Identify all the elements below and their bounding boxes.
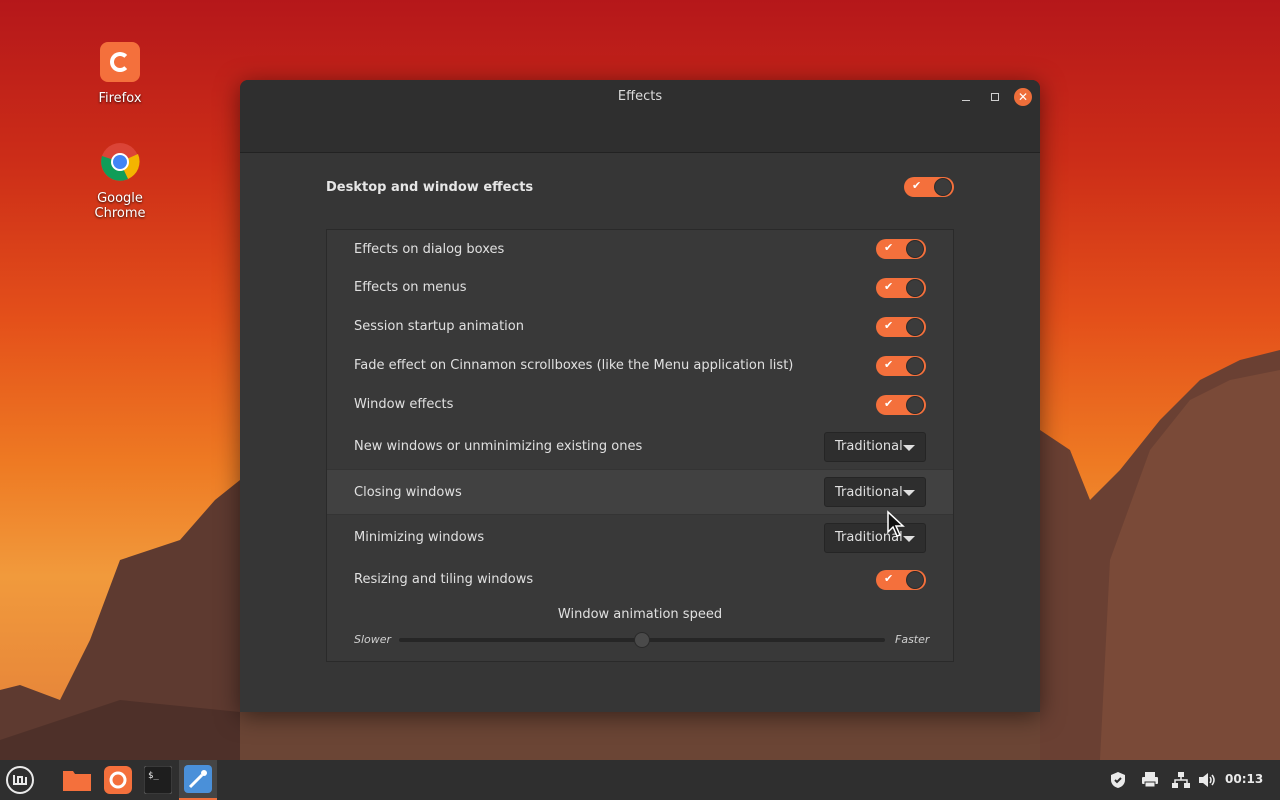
toggle-knob xyxy=(906,240,924,258)
combo-value: Traditional xyxy=(835,439,903,454)
fade-scrollboxes-toggle[interactable]: ✔ xyxy=(876,355,926,376)
row-label: Fade effect on Cinnamon scrollboxes (lik… xyxy=(354,358,794,373)
row-resizing-tiling: Resizing and tiling windows ✔ xyxy=(327,560,953,599)
desktop-icon-label: Google Chrome xyxy=(94,191,146,221)
toggle-knob xyxy=(934,178,952,196)
svg-text:$_: $_ xyxy=(148,771,159,781)
check-icon: ✔ xyxy=(884,396,894,410)
row-label: Resizing and tiling windows xyxy=(354,572,534,587)
mouse-cursor-icon xyxy=(887,510,905,537)
clock[interactable]: 00:13 xyxy=(1225,772,1263,786)
menu-button[interactable] xyxy=(4,764,36,796)
menu-icon xyxy=(6,766,34,794)
resizing-tiling-toggle[interactable]: ✔ xyxy=(876,569,926,590)
check-icon: ✔ xyxy=(884,571,894,585)
row-menu-effects: Effects on menus ✔ xyxy=(327,268,953,307)
firefox-launcher[interactable] xyxy=(102,764,134,796)
new-windows-combo[interactable]: Traditional xyxy=(824,431,926,462)
dialog-effects-toggle[interactable]: ✔ xyxy=(876,239,926,259)
chrome-icon xyxy=(100,142,140,182)
terminal-launcher[interactable]: $_ xyxy=(142,764,174,796)
close-icon: ✕ xyxy=(1017,90,1029,104)
faster-label: Faster xyxy=(895,633,930,646)
toggle-knob xyxy=(906,278,924,297)
titlebar[interactable]: Effects ✕ xyxy=(240,80,1040,153)
check-icon: ✔ xyxy=(884,318,894,332)
row-label: New windows or unminimizing existing one… xyxy=(354,439,643,454)
dropdown-arrow-icon xyxy=(903,444,915,451)
effects-window: Effects ✕ Desktop and window effects ✔ E… xyxy=(240,80,1040,712)
row-label: Effects on dialog boxes xyxy=(354,241,505,257)
maximize-button[interactable] xyxy=(986,88,1004,106)
menu-effects-toggle[interactable]: ✔ xyxy=(876,277,926,298)
desktop-icon-chrome[interactable]: Google Chrome xyxy=(72,142,168,221)
main-effects-row: Desktop and window effects ✔ xyxy=(326,174,954,200)
check-icon: ✔ xyxy=(912,179,922,192)
row-label: Minimizing windows xyxy=(354,530,485,545)
main-effects-label: Desktop and window effects xyxy=(326,179,534,195)
taskbar: $_ 00:13 xyxy=(0,760,1280,800)
minimizing-windows-combo[interactable]: Traditional xyxy=(824,522,926,553)
check-icon: ✔ xyxy=(884,279,894,293)
minimize-icon xyxy=(962,99,970,101)
closing-windows-combo[interactable]: Traditional xyxy=(824,477,926,507)
row-closing-windows: Closing windows Traditional xyxy=(327,469,953,515)
toggle-knob xyxy=(906,570,924,589)
window-title: Effects xyxy=(617,89,663,104)
window-effects-toggle[interactable]: ✔ xyxy=(876,394,926,415)
toggle-knob xyxy=(906,356,924,375)
row-label: Window effects xyxy=(354,397,454,412)
maximize-icon xyxy=(991,93,999,101)
row-new-windows: New windows or unminimizing existing one… xyxy=(327,424,953,469)
toggle-knob xyxy=(906,395,924,414)
firefox-icon xyxy=(104,766,132,794)
desktop-icon-label: Firefox xyxy=(98,91,142,106)
animation-speed-slider[interactable] xyxy=(399,632,885,648)
settings-task-button[interactable] xyxy=(179,760,217,800)
desktop-icon-firefox[interactable]: Firefox xyxy=(72,42,168,106)
shield-icon[interactable] xyxy=(1108,770,1128,790)
terminal-icon: $_ xyxy=(144,766,172,794)
slower-label: Slower xyxy=(354,633,392,646)
effects-settings-box: Effects on dialog boxes ✔ Effects on men… xyxy=(326,229,954,662)
startup-animation-toggle[interactable]: ✔ xyxy=(876,316,926,337)
row-label: Effects on menus xyxy=(354,280,467,295)
minimize-button[interactable] xyxy=(957,88,975,106)
volume-icon[interactable] xyxy=(1197,770,1217,790)
firefox-icon xyxy=(100,42,140,82)
animation-speed-title: Window animation speed xyxy=(557,607,723,622)
check-icon: ✔ xyxy=(884,241,894,254)
toggle-knob xyxy=(906,317,924,336)
row-window-effects: Window effects ✔ xyxy=(327,385,953,424)
slider-handle[interactable] xyxy=(634,632,650,648)
close-button[interactable]: ✕ xyxy=(1014,88,1032,106)
row-fade-scrollboxes: Fade effect on Cinnamon scrollboxes (lik… xyxy=(327,346,953,385)
printer-icon[interactable] xyxy=(1140,770,1160,790)
row-dialog-effects: Effects on dialog boxes ✔ xyxy=(327,230,953,268)
dropdown-arrow-icon xyxy=(903,490,915,496)
settings-content: Desktop and window effects ✔ Effects on … xyxy=(240,153,1040,712)
combo-value: Traditional xyxy=(835,484,903,500)
network-icon[interactable] xyxy=(1171,770,1191,790)
row-minimizing-windows: Minimizing windows Traditional xyxy=(327,515,953,560)
main-effects-toggle[interactable]: ✔ xyxy=(904,177,954,197)
check-icon: ✔ xyxy=(884,357,894,371)
row-startup-animation: Session startup animation ✔ xyxy=(327,307,953,346)
row-label: Session startup animation xyxy=(354,319,524,334)
files-launcher[interactable] xyxy=(61,764,93,796)
row-label: Closing windows xyxy=(354,484,462,500)
settings-icon xyxy=(184,765,212,793)
files-icon xyxy=(63,771,91,791)
